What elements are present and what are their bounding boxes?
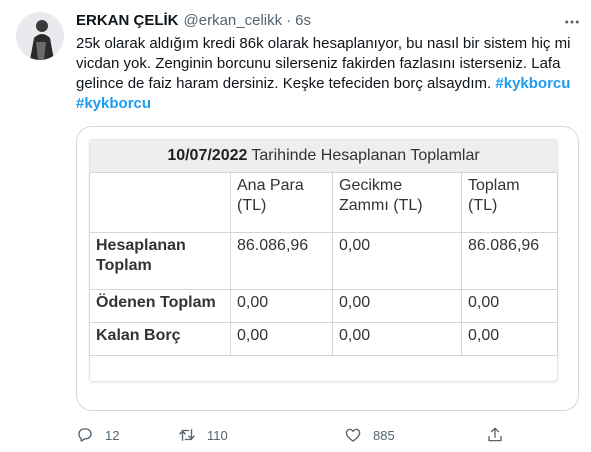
table-header-cell	[89, 173, 231, 233]
like-count: 885	[373, 427, 395, 443]
table-header-cell: Toplam (TL)	[461, 173, 558, 233]
row-label: Kalan Borç	[89, 321, 231, 356]
table-row: Kalan Borç 0,00 0,00 0,00	[89, 321, 558, 356]
table-cell: 0,00	[461, 321, 558, 356]
reply-button[interactable]: 12	[76, 426, 119, 444]
like-button[interactable]: 885	[344, 426, 395, 444]
share-icon	[488, 427, 502, 442]
debt-summary-card: 10/07/2022 Tarihinde Hesaplanan Toplamla…	[89, 139, 558, 382]
attached-image[interactable]: 10/07/2022 Tarihinde Hesaplanan Toplamla…	[76, 126, 579, 411]
separator-dot: ·	[286, 11, 292, 29]
table-cell: 86.086,96	[230, 231, 333, 290]
title-date: 10/07/2022	[167, 147, 248, 164]
retweet-button[interactable]: 110	[178, 426, 228, 444]
share-button[interactable]	[486, 426, 504, 444]
tweet-text: 25k olarak aldığım kredi 86k olarak hesa…	[76, 34, 576, 114]
row-label: Hesaplanan Toplam	[89, 231, 231, 290]
table-cell: 0,00	[461, 288, 558, 323]
avatar[interactable]	[16, 12, 64, 60]
table-cell: 0,00	[230, 321, 333, 356]
tweet-actions: 12 110 885	[76, 424, 506, 448]
table-cell: 86.086,96	[461, 231, 558, 290]
reply-icon	[78, 428, 92, 442]
avatar-image	[16, 12, 64, 60]
retweet-count: 110	[207, 427, 228, 443]
table-cell: 0,00	[332, 231, 462, 290]
retweet-icon	[179, 429, 195, 441]
title-text: Tarihinde Hesaplanan Toplamlar	[251, 147, 480, 164]
table-cell: 0,00	[332, 321, 462, 356]
author-name[interactable]: ERKAN ÇELİK	[76, 12, 179, 29]
more-dots-icon[interactable]	[562, 12, 582, 32]
tweet-header: ERKAN ÇELİK @erkan_celikk · 6s	[76, 10, 311, 30]
hashtag-link[interactable]: #kykborcu	[495, 75, 570, 92]
card-title: 10/07/2022 Tarihinde Hesaplanan Toplamla…	[90, 140, 557, 173]
table-header-cell: Gecikme Zammı (TL)	[332, 173, 462, 233]
table-cell: 0,00	[332, 288, 462, 323]
heart-icon	[345, 428, 361, 442]
reply-count: 12	[105, 427, 120, 443]
author-handle[interactable]: @erkan_celikk	[184, 12, 283, 29]
table-row: Ödenen Toplam 0,00 0,00 0,00	[89, 288, 558, 323]
table-cell: 0,00	[230, 288, 333, 323]
table-row: Hesaplanan Toplam 86.086,96 0,00 86.086,…	[89, 231, 558, 290]
tweet-time[interactable]: 6s	[295, 12, 311, 29]
table-header-cell: Ana Para (TL)	[230, 173, 333, 233]
hashtag-link[interactable]: #kykborcu	[76, 95, 151, 112]
row-label: Ödenen Toplam	[89, 288, 231, 323]
table-header-row: Ana Para (TL) Gecikme Zammı (TL) Toplam …	[89, 173, 558, 233]
totals-table: Ana Para (TL) Gecikme Zammı (TL) Toplam …	[89, 173, 558, 356]
